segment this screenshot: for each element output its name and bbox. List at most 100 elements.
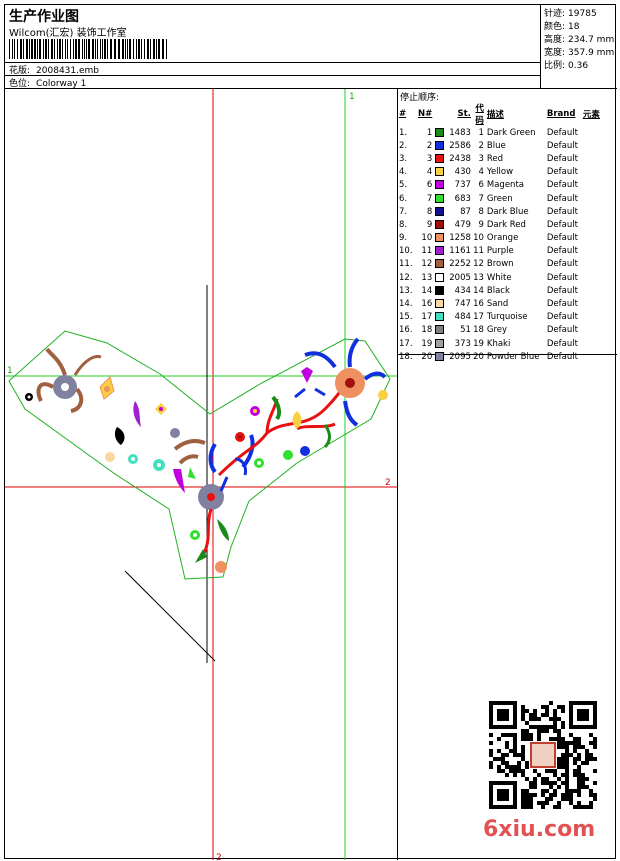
- color-swatch: [435, 126, 449, 139]
- color-brand: Default: [546, 325, 578, 336]
- color-code: 14: [473, 285, 484, 296]
- element-cell: [583, 218, 603, 231]
- seal-stamp: [530, 742, 556, 768]
- column-header: 代码: [475, 104, 484, 126]
- table-row: 17. 19 373 19 Khaki Default: [399, 337, 603, 350]
- stat-label: 宽度:: [544, 48, 566, 58]
- element-cell: [583, 139, 603, 152]
- element-cell: [583, 284, 603, 297]
- table-header-row: # N# St. 代码 描述 Brand 元素: [399, 102, 603, 126]
- needle-number: 20: [421, 351, 433, 362]
- guide-label: 1: [7, 366, 13, 376]
- needle-number: 18: [421, 325, 433, 336]
- element-cell: [583, 245, 603, 258]
- element-cell: [583, 192, 603, 205]
- color-description: Red: [486, 153, 504, 164]
- needle-number: 11: [421, 246, 433, 257]
- stat-scale: 比例: 0.36: [544, 58, 588, 71]
- swatch-box: [435, 259, 445, 269]
- swatch-box: [435, 351, 445, 361]
- table-row: 18. 20 2095 20 Powder Blue Default: [399, 350, 603, 363]
- table-row: 6. 7 683 7 Green Default: [399, 192, 603, 205]
- color-rows: 1. 1 1483 1 Dark Green Default 2. 2 2586 2 Blue Def…: [399, 126, 603, 363]
- header: 生产作业图 Wilcom(汇宏) 装饰工作室 花版: 2008431.emb 色位…: [5, 5, 617, 89]
- design-outline: [8, 330, 391, 580]
- element-cell: [583, 166, 603, 179]
- color-swatch: [435, 337, 449, 350]
- color-swatch: [435, 192, 449, 205]
- color-description: Purple: [486, 246, 514, 257]
- color-brand: Default: [546, 193, 578, 204]
- swatch-box: [435, 206, 445, 216]
- column-header: N#: [418, 109, 433, 119]
- column-header: [435, 102, 449, 126]
- needle-number: 3: [426, 153, 433, 164]
- element-cell: [583, 152, 603, 165]
- swatch-box: [435, 272, 445, 282]
- stitch-count: 479: [454, 219, 471, 230]
- table-row: 11. 12 2252 12 Brown Default: [399, 258, 603, 271]
- construction-line: [124, 570, 216, 662]
- swatch-box: [435, 127, 445, 137]
- header-info: 生产作业图 Wilcom(汇宏) 装饰工作室 花版: 2008431.emb 色位…: [5, 5, 541, 89]
- row-number: 5.: [399, 180, 408, 191]
- color-brand: Default: [546, 153, 578, 164]
- color-brand: Default: [546, 285, 578, 296]
- stitch-count: 430: [454, 167, 471, 178]
- barcode: [9, 39, 167, 59]
- stat-value: 18: [568, 22, 580, 32]
- color-swatch: [435, 297, 449, 310]
- table-row: 4. 4 430 4 Yellow Default: [399, 166, 603, 179]
- color-code: 8: [478, 206, 484, 217]
- needle-number: 8: [426, 206, 433, 217]
- needle-number: 2: [426, 140, 433, 151]
- swatch-box: [435, 233, 445, 243]
- table-row: 2. 2 2586 2 Blue Default: [399, 139, 603, 152]
- color-description: Dark Green: [486, 127, 536, 138]
- color-brand: Default: [546, 206, 578, 217]
- design-preview: 1 1 2 2: [5, 89, 398, 860]
- row-number: 11.: [399, 259, 413, 270]
- company-name: Wilcom(汇宏) 装饰工作室: [9, 28, 127, 39]
- row-number: 2.: [399, 140, 408, 151]
- element-cell: [583, 337, 603, 350]
- needle-number: 12: [421, 259, 433, 270]
- guide-label: 2: [385, 478, 391, 488]
- color-swatch: [435, 139, 449, 152]
- color-swatch: [435, 284, 449, 297]
- element-cell: [583, 232, 603, 245]
- column-header: Brand: [546, 109, 576, 119]
- row-number: 7.: [399, 206, 408, 217]
- stitch-count: 2252: [449, 259, 471, 270]
- right-wing-motifs: [217, 337, 388, 492]
- qr-code: [489, 701, 597, 809]
- color-code: 9: [478, 219, 484, 230]
- color-swatch: [435, 179, 449, 192]
- colorway-value: Colorway 1: [36, 79, 87, 89]
- column-header: 描述: [486, 110, 504, 120]
- row-number: 16.: [399, 325, 413, 336]
- stop-sequence-panel: 停止顺序: # N# St. 代码 描述 Brand 元素 1. 1 1483 1 Da…: [398, 89, 617, 362]
- needle-number: 19: [421, 338, 433, 349]
- swatch-box: [435, 219, 445, 229]
- element-cell: [583, 297, 603, 310]
- row-number: 4.: [399, 167, 408, 178]
- swatch-box: [435, 338, 445, 348]
- color-code: 13: [473, 272, 484, 283]
- color-description: Yellow: [486, 167, 514, 178]
- stitch-count: 1161: [449, 246, 471, 257]
- row-number: 6.: [399, 193, 408, 204]
- table-row: 15. 17 484 17 Turquoise Default: [399, 311, 603, 324]
- table-row: 12. 13 2005 13 White Default: [399, 271, 603, 284]
- row-number: 9.: [399, 233, 408, 244]
- swatch-box: [435, 140, 445, 150]
- swatch-box: [435, 285, 445, 295]
- table-row: 7. 8 87 8 Dark Blue Default: [399, 205, 603, 218]
- color-brand: Default: [546, 338, 578, 349]
- table-row: 10. 11 1161 11 Purple Default: [399, 245, 603, 258]
- stat-label: 颜色:: [544, 22, 566, 32]
- left-wing-motifs: [25, 347, 206, 493]
- stat-height: 高度: 234.7 mm: [544, 32, 614, 45]
- element-cell: [583, 258, 603, 271]
- table-row: 5. 6 737 6 Magenta Default: [399, 179, 603, 192]
